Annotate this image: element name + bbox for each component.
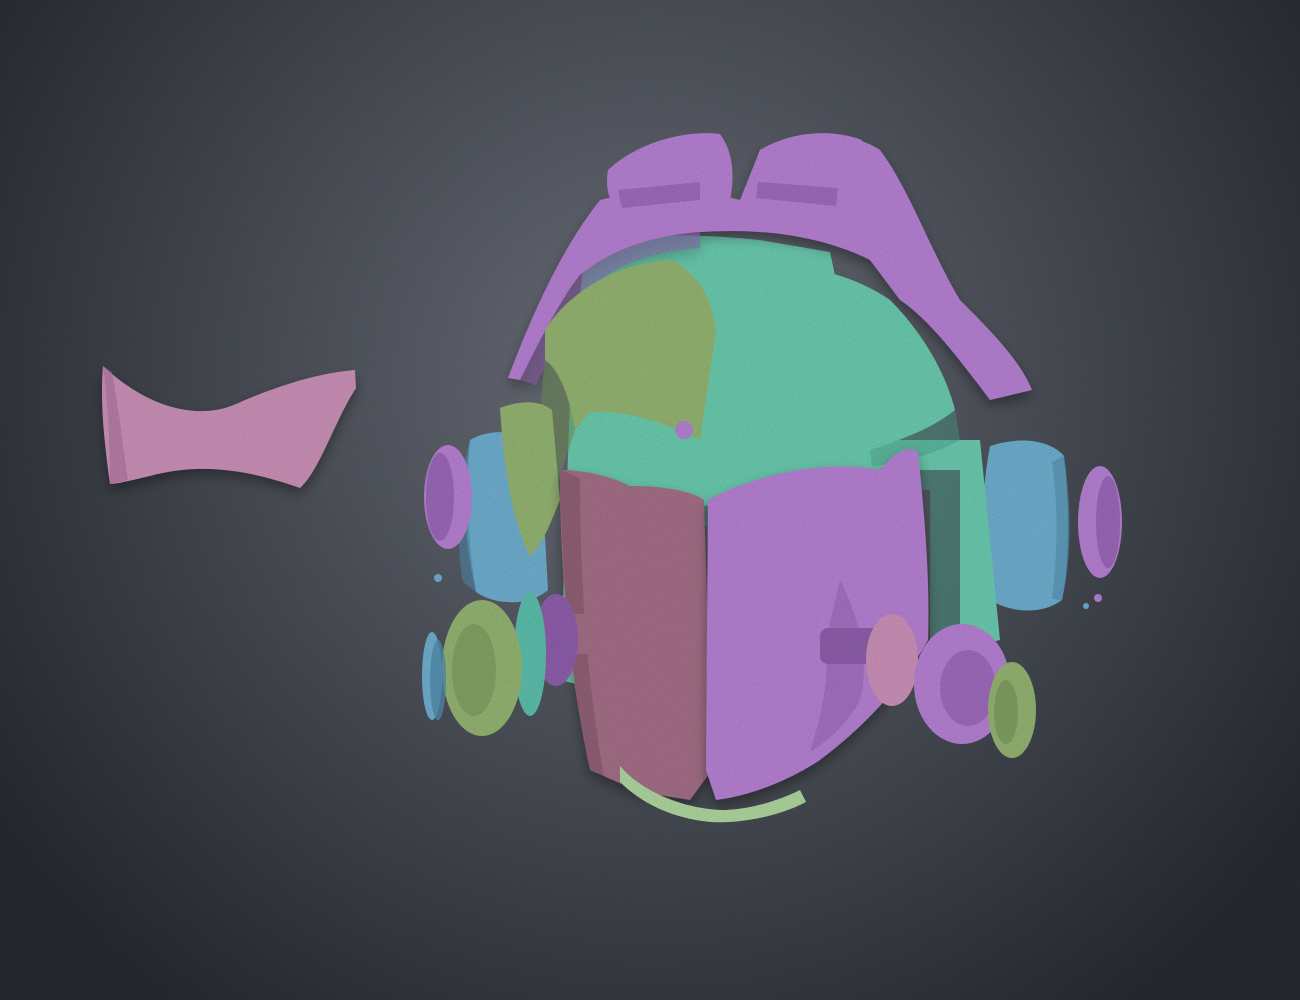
surface-grain-overlay xyxy=(0,0,1300,1000)
render-viewport xyxy=(0,0,1300,1000)
